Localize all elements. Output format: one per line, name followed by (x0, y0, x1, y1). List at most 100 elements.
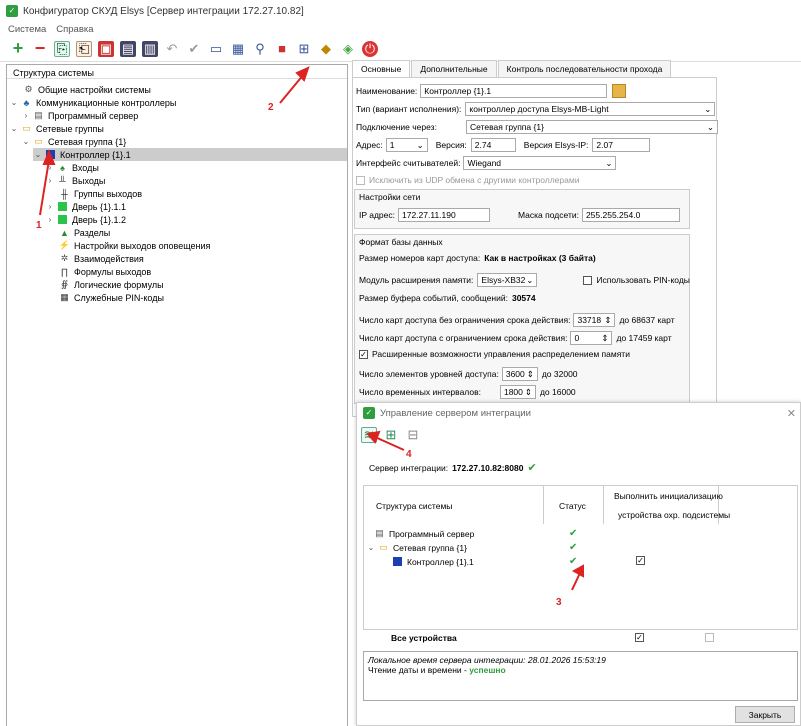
integration-server-icon[interactable]: ■ (274, 41, 290, 57)
sync-icon[interactable]: ⊟ (405, 427, 421, 443)
spinner-icon: ⇕ (601, 332, 609, 343)
udp-exclude-checkbox[interactable] (356, 175, 365, 185)
type-select[interactable]: контроллер доступа Elsys-MB-Light ⌄ (465, 102, 716, 116)
power-icon[interactable]: ⏻ (362, 40, 378, 57)
annotation-4: 4 (406, 449, 412, 460)
close-button[interactable]: Закрыть (735, 706, 795, 723)
chevron-right-icon[interactable]: › (45, 202, 55, 211)
paste-icon[interactable]: ⎗ (76, 40, 92, 57)
save-icon[interactable]: ▤ (120, 40, 136, 57)
chevron-right-icon[interactable]: › (21, 111, 31, 120)
col-status: Статус (559, 501, 586, 511)
tree-item-service-pins[interactable]: ▦ Служебные PIN-коды (57, 291, 164, 304)
tab-additional[interactable]: Дополнительные (411, 60, 497, 77)
keys-icon[interactable]: ◆ (318, 41, 334, 57)
all-devices-checkbox[interactable]: ✓ (635, 633, 644, 642)
time-intervals-spinner[interactable]: 1800 ⇕ (499, 385, 536, 399)
access-levels-spinner[interactable]: 3600 ⇕ (501, 367, 538, 381)
spinner-icon: ⇕ (604, 314, 612, 325)
memory-module-select[interactable]: Elsys-XB32 ⌄ (477, 273, 538, 287)
book-icon[interactable]: ◈ (340, 41, 356, 57)
chevron-right-icon[interactable]: › (45, 215, 55, 224)
tab-pass-sequence[interactable]: Контроль последовательности прохода (497, 60, 672, 77)
connection-select[interactable]: Сетевая группа {1} ⌄ (466, 120, 718, 134)
table-row[interactable]: ▤ Программный сервер (372, 528, 474, 539)
tree-item-network-groups[interactable]: ⌄ ▭ Сетевые группы (9, 122, 104, 135)
log-area[interactable]: Локальное время сервера интеграции: 28.0… (363, 651, 798, 701)
chevron-right-icon[interactable]: › (45, 176, 55, 185)
use-pin-checkbox[interactable] (583, 275, 593, 285)
tree-item-interactions[interactable]: ✲ Взаимодействия (57, 252, 144, 265)
all-subsystems-checkbox[interactable] (705, 633, 714, 642)
tree-item-inputs[interactable]: › ♠ Входы (45, 161, 99, 174)
app-icon: ✓ (363, 407, 375, 419)
tree-item-general-settings[interactable]: ⚙ Общие настройки системы (21, 83, 150, 96)
table-row[interactable]: Контроллер {1}.1 (390, 556, 474, 567)
monitor-icon[interactable]: ▭ (208, 41, 224, 57)
address-label: Адрес: (356, 140, 383, 150)
chevron-down-icon[interactable]: ⌄ (9, 98, 19, 107)
ip-field[interactable]: 172.27.11.190 (398, 208, 490, 222)
init-device-checkbox[interactable]: ✓ (636, 556, 645, 565)
import-icon[interactable]: ▣ (98, 40, 114, 57)
address-select[interactable]: 1 ⌄ (385, 138, 428, 152)
chevron-down-icon[interactable]: ⌄ (9, 124, 19, 133)
chevron-down-icon: ⌄ (416, 139, 424, 150)
chevron-down-icon[interactable]: ⌄ (366, 543, 376, 552)
tree-item-door-1-1-2[interactable]: › Дверь {1}.1.2 (45, 213, 126, 226)
save-all-icon[interactable]: ▥ (142, 40, 158, 57)
card-size-value: Как в настройках (3 байта) (484, 253, 596, 263)
chevron-down-icon[interactable]: ⌄ (33, 150, 43, 159)
chevron-down-icon: ⌄ (706, 121, 714, 132)
search-icon[interactable]: ⚲ (252, 41, 268, 57)
spinner-icon: ⇕ (524, 386, 532, 397)
monitor-server-icon[interactable]: ≋ (361, 427, 377, 443)
table-row[interactable]: ⌄ ▭ Сетевая группа {1} (366, 542, 467, 553)
tree-item-comm-controllers[interactable]: ⌄ ♣ Коммуникационные контроллеры (9, 96, 177, 109)
tree-item-network-group-1[interactable]: ⌄ ▭ Сетевая группа {1} (21, 135, 127, 148)
door-icon (57, 214, 68, 225)
logic-icon: ∯ (60, 279, 69, 289)
tree-item-software-server[interactable]: › ▤ Программный сервер (21, 109, 139, 122)
tree-item-output-formulas[interactable]: ∏ Формулы выходов (57, 265, 151, 278)
mask-field[interactable]: 255.255.254.0 (581, 208, 680, 222)
tree-item-door-1-1-1[interactable]: › Дверь {1}.1.1 (45, 200, 126, 213)
undo-icon[interactable]: ↶ (164, 41, 180, 57)
folder-icon: ▭ (379, 542, 388, 552)
chevron-down-icon: ⌄ (605, 157, 613, 168)
udp-exclude-label: Исключить из UDP обмена с другими контро… (369, 175, 580, 185)
chevron-down-icon[interactable]: ⌄ (21, 137, 31, 146)
cards-unlimited-spinner[interactable]: 33718 ⇕ (573, 313, 616, 327)
menu-item-help[interactable]: Справка (56, 24, 93, 35)
add-icon[interactable]: + (10, 38, 26, 58)
close-icon[interactable]: ✕ (787, 407, 796, 420)
copy-icon[interactable]: ⎘ (54, 40, 70, 57)
extended-memory-label: Расширенные возможности управления распр… (372, 349, 630, 359)
init-devices-icon[interactable]: ⊞ (383, 427, 399, 443)
remove-icon[interactable]: − (32, 38, 48, 58)
apply-icon[interactable]: ✔ (186, 41, 202, 57)
access-levels-label: Число элементов уровней доступа: (359, 369, 499, 379)
chevron-down-icon: ⌄ (704, 103, 712, 114)
name-field[interactable]: Контроллер {1}.1 (420, 84, 608, 98)
chevron-right-icon[interactable]: › (45, 163, 55, 172)
ip-version-field[interactable]: 2.07 (592, 138, 651, 152)
tree-item-controller-1-1[interactable]: ⌄ Контроллер {1}.1 (33, 148, 347, 161)
tree-item-outputs[interactable]: › ╨ Выходы (45, 174, 106, 187)
cards-limited-spinner[interactable]: 0 ⇕ (570, 331, 613, 345)
integration-server-dialog: ✓ Управление сервером интеграции ✕ ≋ ⊞ ⊟… (356, 402, 801, 726)
tree-item-output-groups[interactable]: ╫ Группы выходов (57, 187, 142, 200)
tab-main[interactable]: Основные (352, 60, 411, 77)
formula-icon: ∏ (60, 266, 69, 277)
menu-item-system[interactable]: Система (8, 24, 46, 35)
report-icon[interactable]: ▦ (230, 41, 246, 57)
menu-bar: Система Справка (0, 22, 801, 36)
reader-interface-select[interactable]: Wiegand ⌄ (463, 156, 617, 170)
tree-item-sections[interactable]: ▲ Разделы (57, 226, 110, 239)
folder-browse-icon[interactable] (612, 84, 627, 98)
tree-item-logic-formulas[interactable]: ∯ Логические формулы (57, 278, 164, 291)
network-scan-icon[interactable]: ⊞ (296, 41, 312, 57)
version-field[interactable]: 2.74 (470, 138, 516, 152)
tree-item-alarm-outputs[interactable]: ⚡ Настройки выходов оповещения (57, 239, 211, 252)
extended-memory-checkbox[interactable]: ✓ (359, 349, 368, 359)
